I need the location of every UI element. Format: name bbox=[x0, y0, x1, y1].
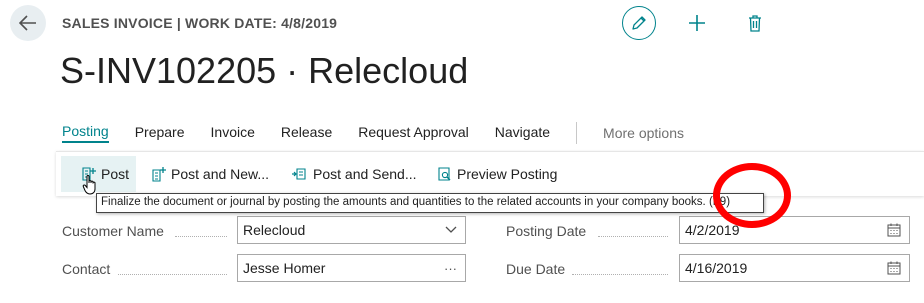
due-date-value: 4/16/2019 bbox=[685, 260, 748, 276]
calendar-icon bbox=[887, 223, 901, 237]
trash-icon bbox=[749, 14, 761, 32]
delete-button[interactable] bbox=[742, 10, 768, 36]
due-date-picker[interactable] bbox=[887, 255, 901, 281]
preview-document-icon bbox=[438, 167, 451, 181]
post-and-new-label: Post and New... bbox=[171, 166, 270, 182]
customer-name-leader bbox=[175, 236, 227, 237]
calendar-icon bbox=[887, 261, 901, 275]
tab-request-approval[interactable]: Request Approval bbox=[358, 124, 469, 142]
posting-action-group: Post Post and New... Post and Send... Pr… bbox=[56, 151, 924, 196]
annotation-circle bbox=[713, 163, 791, 228]
tab-prepare[interactable]: Prepare bbox=[135, 124, 185, 142]
tab-release[interactable]: Release bbox=[281, 124, 332, 142]
action-bar-divider bbox=[576, 122, 578, 144]
contact-value: Jesse Homer bbox=[243, 260, 326, 276]
contact-assist-button[interactable]: ··· bbox=[444, 255, 457, 281]
due-date-field[interactable]: 4/16/2019 bbox=[679, 254, 910, 282]
page-caption: SALES INVOICE | WORK DATE: 4/8/2019 bbox=[62, 15, 338, 31]
posting-date-label: Posting Date bbox=[506, 223, 587, 239]
posting-date-value: 4/2/2019 bbox=[685, 222, 740, 238]
preview-posting-button[interactable]: Preview Posting bbox=[437, 156, 557, 192]
post-button-label: Post bbox=[101, 166, 130, 182]
tab-invoice[interactable]: Invoice bbox=[211, 124, 255, 142]
tab-navigate[interactable]: Navigate bbox=[495, 124, 550, 142]
post-and-new-button[interactable]: Post and New... bbox=[151, 156, 269, 192]
hand-cursor-icon bbox=[82, 175, 96, 195]
new-button[interactable] bbox=[684, 10, 710, 36]
posting-date-field[interactable]: 4/2/2019 bbox=[679, 216, 910, 244]
contact-leader bbox=[118, 274, 227, 275]
preview-posting-label: Preview Posting bbox=[457, 166, 558, 182]
post-new-document-icon bbox=[152, 167, 166, 182]
due-date-leader bbox=[572, 274, 668, 275]
page-title: S-INV102205 · Relecloud bbox=[60, 50, 469, 91]
customer-name-label: Customer Name bbox=[62, 223, 164, 239]
contact-label: Contact bbox=[62, 261, 111, 277]
customer-name-dropdown[interactable] bbox=[445, 217, 457, 243]
pencil-icon bbox=[632, 16, 646, 30]
chevron-down-icon bbox=[445, 226, 457, 233]
customer-name-field[interactable]: Relecloud bbox=[237, 216, 466, 244]
contact-field[interactable]: Jesse Homer ··· bbox=[237, 254, 466, 282]
customer-name-value: Relecloud bbox=[243, 222, 306, 238]
posting-date-leader bbox=[598, 236, 668, 237]
posting-date-picker[interactable] bbox=[887, 217, 901, 243]
post-tooltip: Finalize the document or journal by post… bbox=[96, 193, 764, 213]
post-send-icon bbox=[292, 168, 306, 180]
post-and-send-button[interactable]: Post and Send... bbox=[291, 156, 417, 192]
due-date-label: Due Date bbox=[506, 261, 566, 277]
arrow-left-icon bbox=[19, 15, 36, 31]
post-and-send-label: Post and Send... bbox=[313, 166, 417, 182]
tab-posting[interactable]: Posting bbox=[62, 123, 109, 143]
plus-icon bbox=[689, 15, 705, 31]
more-options-button[interactable]: More options bbox=[603, 125, 684, 141]
action-bar: Posting Prepare Invoice Release Request … bbox=[62, 120, 684, 146]
edit-button[interactable] bbox=[622, 6, 656, 40]
back-button[interactable] bbox=[10, 5, 46, 41]
